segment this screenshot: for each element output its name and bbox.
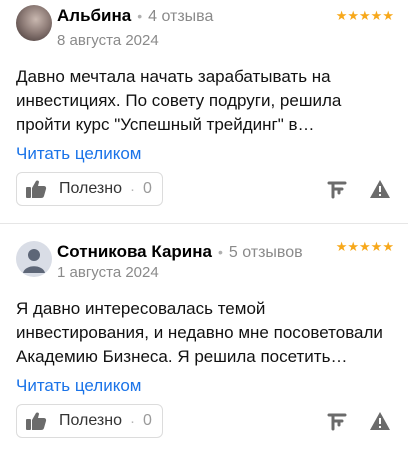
review-header: Альбина • 4 отзыва — [57, 6, 213, 26]
useful-button[interactable]: Полезно · 0 — [16, 404, 163, 438]
author-name[interactable]: Сотникова Карина — [57, 242, 212, 262]
separator-dot: • — [217, 244, 223, 260]
review-date: 1 августа 2024 — [57, 264, 159, 281]
review-card: Альбина • 4 отзыва 8 августа 2024 ★★★★★ … — [0, 0, 408, 223]
response-icon[interactable] — [326, 178, 348, 200]
review-header: Сотникова Карина • 5 отзывов — [57, 242, 303, 262]
read-more-link[interactable]: Читать целиком — [16, 144, 142, 164]
user-avatar[interactable] — [16, 5, 52, 41]
reviews-count: 4 отзыва — [148, 8, 214, 25]
useful-count: 0 — [143, 412, 152, 429]
useful-label: Полезно — [59, 412, 122, 429]
thumbs-up-icon — [26, 180, 47, 198]
rating-stars: ★★★★★ — [335, 8, 394, 23]
useful-count: 0 — [143, 180, 152, 197]
author-name[interactable]: Альбина — [57, 6, 131, 26]
review-card: Сотникова Карина • 5 отзывов 1 августа 2… — [0, 223, 408, 456]
rating-stars: ★★★★★ — [335, 239, 394, 254]
report-icon[interactable] — [369, 178, 391, 200]
user-avatar[interactable] — [16, 241, 52, 277]
user-placeholder-icon — [23, 249, 45, 273]
report-icon[interactable] — [369, 410, 391, 432]
useful-label: Полезно — [59, 180, 122, 197]
thumbs-up-icon — [26, 412, 47, 430]
read-more-link[interactable]: Читать целиком — [16, 376, 142, 396]
useful-button[interactable]: Полезно · 0 — [16, 172, 163, 206]
review-text: Я давно интересовалась темой инвестирова… — [16, 299, 383, 366]
review-date: 8 августа 2024 — [57, 32, 159, 49]
separator-dot: • — [137, 8, 143, 24]
review-text: Давно мечтала начать зарабатывать на инв… — [16, 67, 342, 134]
response-icon[interactable] — [326, 410, 348, 432]
reviews-count: 5 отзывов — [228, 244, 303, 261]
useful-separator: · — [130, 412, 135, 430]
useful-separator: · — [130, 180, 135, 198]
